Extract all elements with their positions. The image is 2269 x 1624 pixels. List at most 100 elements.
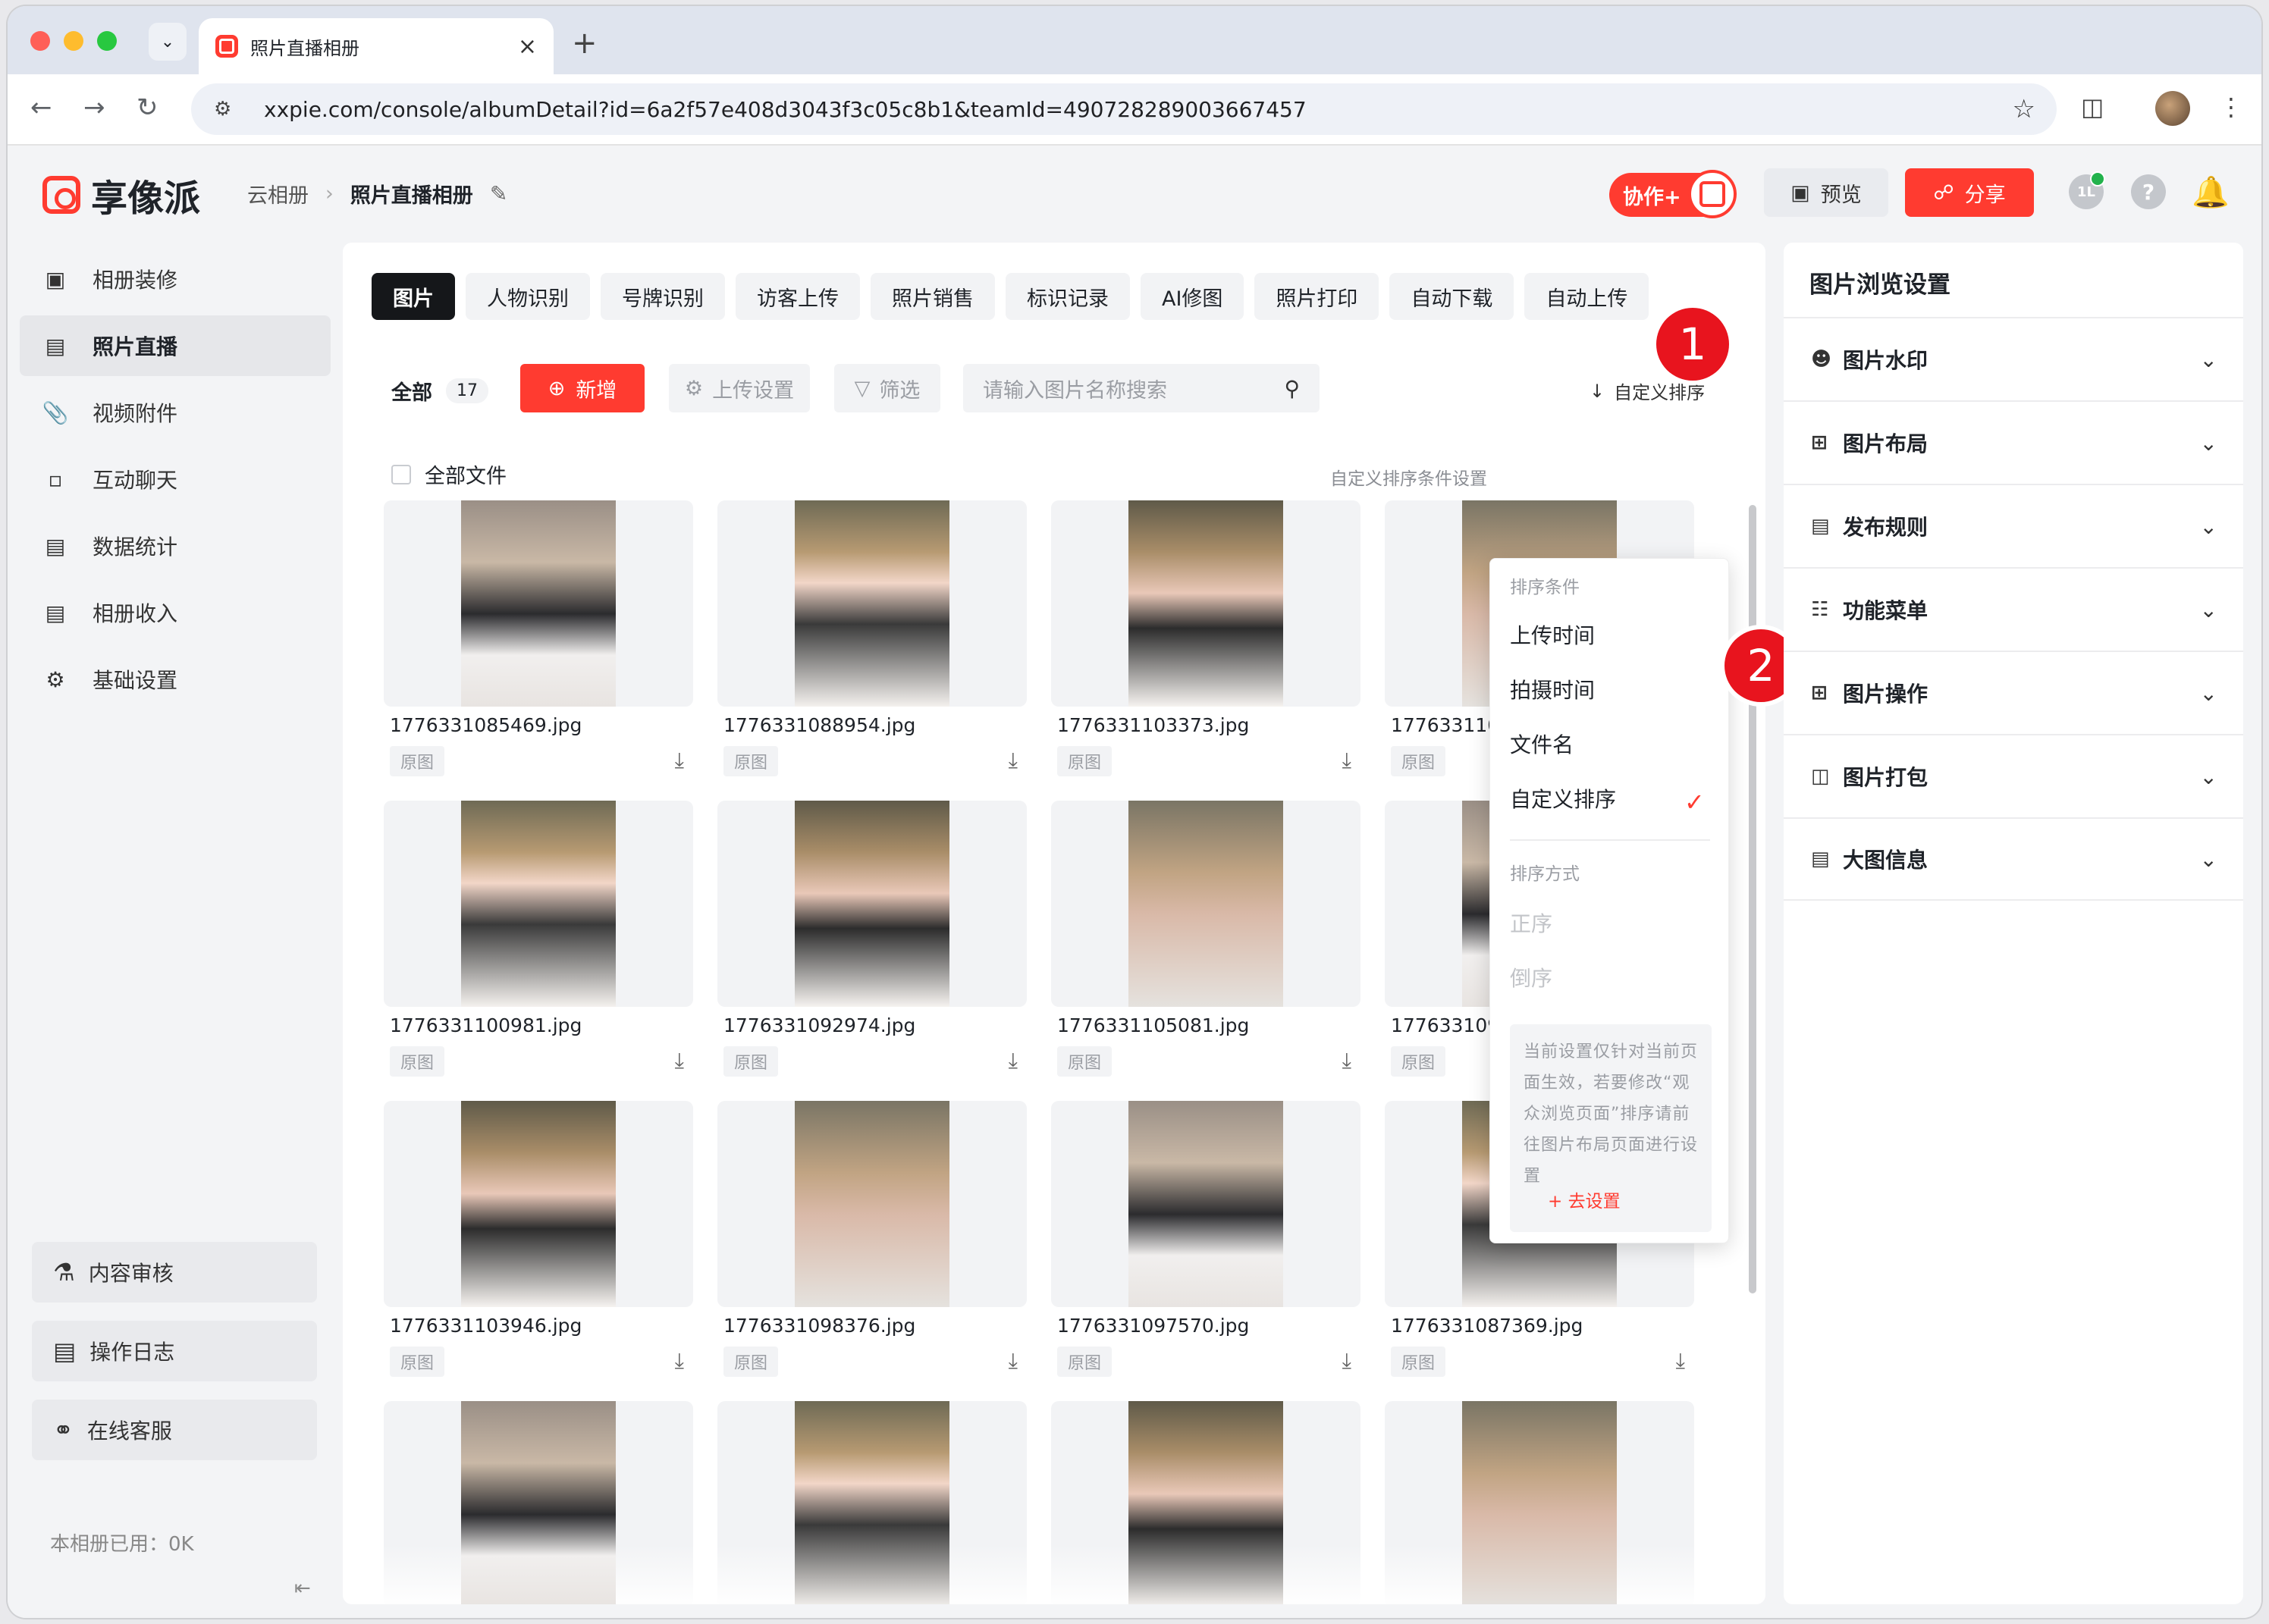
download-icon[interactable]: ⤓ — [1342, 748, 1351, 773]
original-badge[interactable]: 原图 — [1391, 746, 1446, 776]
preview-button[interactable]: ▣ 预览 — [1764, 168, 1888, 217]
tab-ai-retouch[interactable]: AI修图 — [1141, 273, 1244, 320]
photo-card[interactable]: 1776331088954.jpg 原图 ⤓ — [717, 500, 1027, 788]
share-button[interactable]: ☍ 分享 — [1905, 168, 2034, 217]
photo-thumbnail[interactable] — [1051, 1101, 1360, 1307]
original-badge[interactable]: 原图 — [390, 746, 445, 776]
all-filter[interactable]: 全部 17 — [391, 376, 488, 406]
filter-button[interactable]: ▽ 筛选 — [834, 364, 940, 412]
photo-card[interactable]: 1776331085469.jpg 原图 ⤓ — [384, 500, 693, 788]
download-icon[interactable]: ⤓ — [1342, 1348, 1351, 1374]
edit-icon[interactable]: ✎ — [490, 181, 507, 206]
setting-photo-info[interactable]: ▤ 大图信息 ⌄ — [1784, 817, 2243, 901]
brand-logo[interactable]: 享像派 — [42, 168, 200, 221]
forward-arrow-icon[interactable]: → — [83, 92, 105, 123]
photo-card[interactable]: 1776331103373.jpg 原图 ⤓ — [1051, 500, 1360, 788]
photo-thumbnail[interactable] — [1051, 1401, 1360, 1604]
tab-search-button[interactable]: ⌄ — [149, 23, 187, 61]
sort-option-custom[interactable]: 自定义排序 — [1510, 783, 1616, 814]
original-badge[interactable]: 原图 — [1057, 746, 1113, 776]
operation-log-button[interactable]: ▤ 操作日志 — [32, 1321, 317, 1381]
photo-thumbnail[interactable] — [1051, 801, 1360, 1007]
photo-thumbnail[interactable] — [384, 500, 693, 707]
photo-thumbnail[interactable] — [717, 1401, 1027, 1604]
sort-condition-link[interactable]: 自定义排序条件设置 — [1330, 464, 1487, 490]
extensions-icon[interactable]: ◫ — [2081, 92, 2104, 121]
sidebar-item-live-photos[interactable]: ▤ 照片直播 — [20, 315, 331, 376]
sort-order-asc[interactable]: 正序 — [1510, 908, 1552, 938]
search-icon[interactable]: ⚲ — [1284, 376, 1300, 401]
photo-card[interactable] — [384, 1401, 693, 1604]
original-badge[interactable]: 原图 — [1057, 1046, 1113, 1077]
select-all-checkbox[interactable] — [391, 464, 411, 484]
scrollbar[interactable] — [1749, 505, 1756, 1293]
download-icon[interactable]: ⤓ — [1342, 1048, 1351, 1074]
sidebar-item-video[interactable]: 📎 视频附件 — [20, 382, 331, 443]
setting-photo-package[interactable]: ◫ 图片打包 ⌄ — [1784, 734, 2243, 817]
sort-toggle[interactable]: ↓ 自定义排序 — [1590, 378, 1705, 404]
tab-photo-sales[interactable]: 照片销售 — [871, 273, 995, 320]
photo-card[interactable]: 1776331097570.jpg 原图 ⤓ — [1051, 1101, 1360, 1389]
close-tab-icon[interactable]: × — [518, 33, 537, 60]
photo-thumbnail[interactable] — [384, 1101, 693, 1307]
tab-bib-recognition[interactable]: 号牌识别 — [601, 273, 725, 320]
bell-icon[interactable]: 🔔 — [2192, 174, 2230, 210]
search-input[interactable]: 请输入图片名称搜索 ⚲ — [963, 364, 1320, 412]
sidebar-item-decoration[interactable]: ▣ 相册装修 — [20, 249, 331, 309]
photo-thumbnail[interactable] — [717, 500, 1027, 707]
photo-card[interactable]: 1776331103946.jpg 原图 ⤓ — [384, 1101, 693, 1389]
back-arrow-icon[interactable]: ← — [30, 92, 52, 123]
download-icon[interactable]: ⤓ — [1009, 1048, 1018, 1074]
sidebar-item-income[interactable]: ▤ 相册收入 — [20, 582, 331, 643]
collab-button[interactable]: 协作+ — [1609, 170, 1737, 218]
sort-option-filename[interactable]: 文件名 — [1510, 729, 1574, 759]
sidebar-item-chat[interactable]: ▫ 互动聊天 — [20, 449, 331, 509]
tab-photos[interactable]: 图片 — [372, 273, 455, 320]
tab-visitor-upload[interactable]: 访客上传 — [736, 273, 860, 320]
original-badge[interactable]: 原图 — [390, 1347, 445, 1377]
tab-photo-print[interactable]: 照片打印 — [1254, 273, 1379, 320]
profile-avatar[interactable] — [2155, 91, 2190, 126]
photo-card[interactable]: 1776331105081.jpg 原图 ⤓ — [1051, 801, 1360, 1089]
add-button[interactable]: ⊕ 新增 — [520, 364, 645, 412]
original-badge[interactable]: 原图 — [723, 1046, 779, 1077]
sort-option-shoot-time[interactable]: 拍摄时间 — [1510, 674, 1595, 704]
original-badge[interactable]: 原图 — [1057, 1347, 1113, 1377]
reload-icon[interactable]: ↻ — [137, 92, 158, 123]
photo-card[interactable] — [717, 1401, 1027, 1604]
original-badge[interactable]: 原图 — [1391, 1046, 1446, 1077]
setting-layout[interactable]: ⊞ 图片布局 ⌄ — [1784, 400, 2243, 484]
photo-card[interactable]: 1776331098376.jpg 原图 ⤓ — [717, 1101, 1027, 1389]
original-badge[interactable]: 原图 — [723, 1347, 779, 1377]
photo-thumbnail[interactable] — [1385, 1401, 1694, 1604]
download-icon[interactable]: ⤓ — [1676, 1348, 1685, 1374]
download-icon[interactable]: ⤓ — [1009, 748, 1018, 773]
maximize-window-button[interactable] — [97, 31, 117, 51]
photo-thumbnail[interactable] — [717, 801, 1027, 1007]
sidebar-item-stats[interactable]: ▤ 数据统计 — [20, 516, 331, 576]
photo-card[interactable] — [1051, 1401, 1360, 1604]
original-badge[interactable]: 原图 — [390, 1046, 445, 1077]
sidebar-item-settings[interactable]: ⚙ 基础设置 — [20, 649, 331, 710]
tab-auto-upload[interactable]: 自动上传 — [1524, 273, 1649, 320]
site-settings-icon[interactable]: ⚙ — [214, 98, 244, 121]
original-badge[interactable]: 原图 — [1391, 1347, 1446, 1377]
select-all[interactable]: 全部文件 — [391, 459, 507, 489]
photo-thumbnail[interactable] — [1051, 500, 1360, 707]
setting-publish-rules[interactable]: ▤ 发布规则 ⌄ — [1784, 484, 2243, 567]
minimize-window-button[interactable] — [64, 31, 83, 51]
upload-settings-button[interactable]: ⚙ 上传设置 — [669, 364, 810, 412]
download-icon[interactable]: ⤓ — [675, 1048, 684, 1074]
photo-card[interactable]: 1776331092974.jpg 原图 ⤓ — [717, 801, 1027, 1089]
more-menu-icon[interactable]: ⋮ — [2219, 92, 2243, 121]
browser-tab[interactable]: 照片直播相册 × — [199, 18, 554, 74]
photo-thumbnail[interactable] — [384, 1401, 693, 1604]
photo-card[interactable] — [1385, 1401, 1694, 1604]
setting-watermark[interactable]: ☻ 图片水印 ⌄ — [1784, 317, 2243, 400]
breadcrumb-root[interactable]: 云相册 — [247, 179, 309, 208]
photo-card[interactable]: 1776331100981.jpg 原图 ⤓ — [384, 801, 693, 1089]
sort-option-upload-time[interactable]: 上传时间 — [1510, 619, 1595, 650]
go-settings-link[interactable]: + 去设置 — [1548, 1187, 1621, 1212]
setting-photo-actions[interactable]: ⊞ 图片操作 ⌄ — [1784, 651, 2243, 734]
sort-order-desc[interactable]: 倒序 — [1510, 962, 1552, 992]
